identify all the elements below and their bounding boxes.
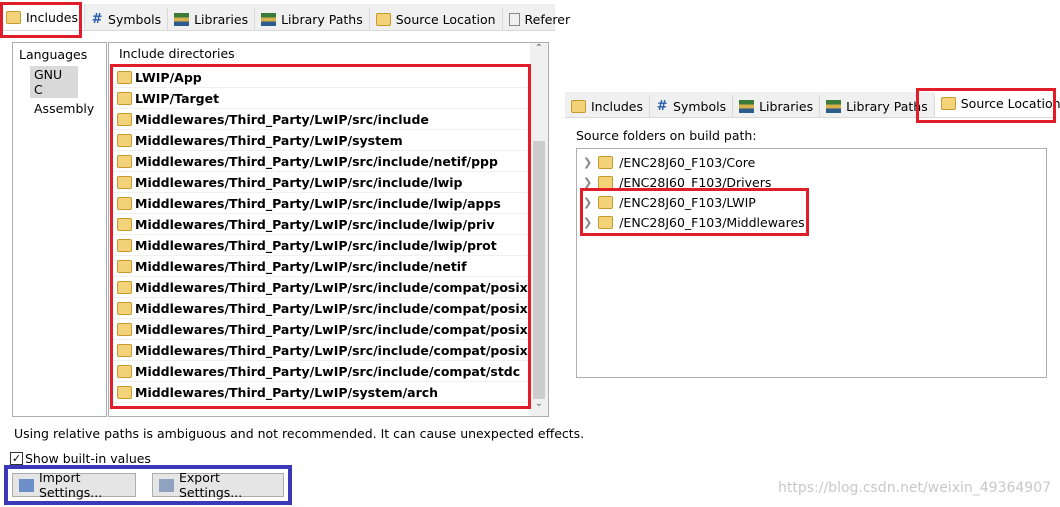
language-assembly[interactable]: Assembly <box>34 101 100 116</box>
library-paths-icon <box>261 12 277 26</box>
tab-symbols[interactable]: # Symbols <box>650 95 734 117</box>
tab-symbols[interactable]: # Symbols <box>85 8 169 30</box>
scroll-thumb[interactable] <box>533 141 545 399</box>
show-builtin-checkbox[interactable]: ✓ Show built-in values <box>10 451 151 466</box>
languages-list: Languages GNU C Assembly <box>12 42 107 417</box>
folder-icon <box>598 175 614 189</box>
hash-icon: # <box>91 11 103 27</box>
languages-header: Languages <box>19 47 88 62</box>
relative-paths-warning: Using relative paths is ambiguous and no… <box>14 426 585 441</box>
source-folders-label: Source folders on build path: <box>576 128 757 143</box>
tab-references[interactable]: Referer <box>503 8 577 30</box>
libraries-icon <box>739 99 755 113</box>
libraries-icon <box>174 12 190 26</box>
folder-path: /ENC28J60_F103/Core <box>619 154 756 170</box>
scroll-down-arrow[interactable]: ⌄ <box>530 398 548 416</box>
library-paths-icon <box>826 99 842 113</box>
include-directories-header: Include directories <box>119 46 235 61</box>
scroll-up-arrow[interactable]: ⌃ <box>530 43 548 61</box>
includes-highlight <box>110 64 531 409</box>
tab-libraries[interactable]: Libraries <box>733 95 821 117</box>
source-folders-tree: ❯/ENC28J60_F103/Core ❯/ENC28J60_F103/Driv… <box>576 148 1047 378</box>
includes-icon <box>571 99 586 113</box>
folder-icon <box>598 155 614 169</box>
vertical-scrollbar[interactable]: ⌃ ⌄ <box>530 43 548 416</box>
left-tab-bar: Includes # Symbols Libraries Library Path… <box>0 4 570 31</box>
import-settings-button[interactable]: Import Settings... <box>12 470 136 500</box>
export-settings-button[interactable]: Export Settings... <box>152 470 284 500</box>
tab-includes[interactable]: Includes <box>565 95 651 117</box>
source-folder-item[interactable]: ❯ /ENC28J60_F103/Core <box>577 152 1046 172</box>
expand-chevron-icon[interactable]: ❯ <box>583 156 592 169</box>
import-icon <box>19 478 34 492</box>
source-location-tab-highlight <box>916 88 1056 123</box>
tab-source-location[interactable]: Source Location <box>370 8 503 30</box>
watermark: https://blog.csdn.net/weixin_49364907 <box>778 480 1052 496</box>
checkbox-checked-icon[interactable]: ✓ <box>10 452 23 465</box>
hash-icon: # <box>656 98 668 114</box>
export-icon <box>159 478 174 492</box>
tab-library-paths[interactable]: Library Paths <box>255 8 370 30</box>
references-icon <box>508 12 520 26</box>
expand-chevron-icon[interactable]: ❯ <box>583 176 592 189</box>
source-location-icon <box>375 12 391 26</box>
folders-highlight <box>580 188 809 236</box>
language-gnu-c[interactable]: GNU C <box>30 66 78 98</box>
tab-libraries[interactable]: Libraries <box>168 8 256 30</box>
includes-tab-highlight <box>0 2 82 38</box>
